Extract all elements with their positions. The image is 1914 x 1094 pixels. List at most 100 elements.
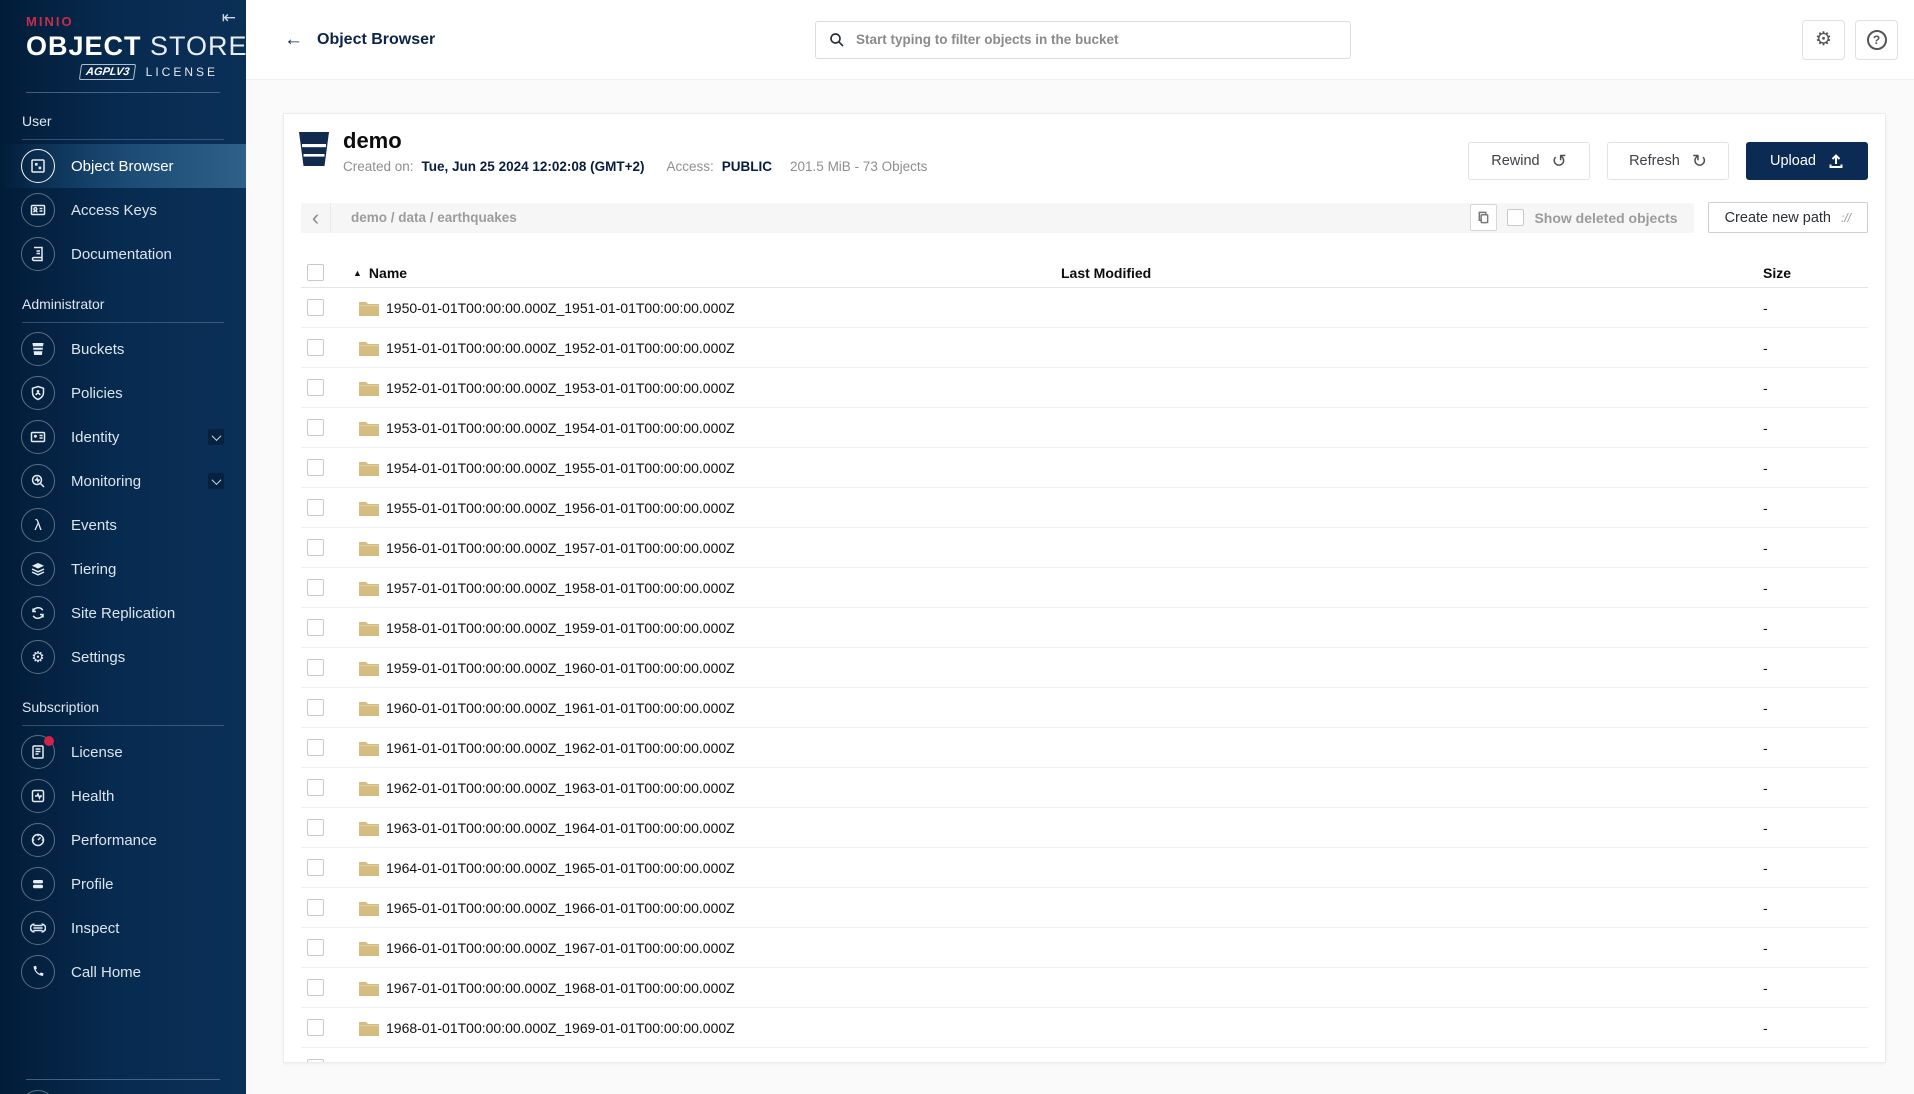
table-row[interactable]: 1969-01-01T00:00:00.000Z_1970-01-01T00:0…	[301, 1048, 1868, 1063]
table-row[interactable]: 1957-01-01T00:00:00.000Z_1958-01-01T00:0…	[301, 568, 1868, 608]
row-checkbox[interactable]	[307, 779, 324, 796]
folder-link[interactable]: 1959-01-01T00:00:00.000Z_1960-01-01T00:0…	[343, 660, 735, 676]
bucket-header: demo Created on: Tue, Jun 25 2024 12:02:…	[301, 114, 1868, 180]
chevron-down-icon[interactable]	[208, 429, 224, 445]
row-checkbox[interactable]	[307, 659, 324, 676]
row-checkbox[interactable]	[307, 1019, 324, 1036]
show-deleted-checkbox[interactable]	[1507, 209, 1524, 226]
folder-link[interactable]: 1956-01-01T00:00:00.000Z_1957-01-01T00:0…	[343, 540, 735, 556]
folder-link[interactable]: 1964-01-01T00:00:00.000Z_1965-01-01T00:0…	[343, 860, 735, 876]
table-row[interactable]: 1952-01-01T00:00:00.000Z_1953-01-01T00:0…	[301, 368, 1868, 408]
row-checkbox[interactable]	[307, 499, 324, 516]
row-checkbox[interactable]	[307, 979, 324, 996]
sidebar-item-label: Settings	[71, 649, 125, 666]
select-all-checkbox[interactable]	[307, 264, 324, 281]
upload-button[interactable]: Upload	[1746, 142, 1868, 180]
search-input[interactable]	[846, 22, 1350, 58]
row-checkbox[interactable]	[307, 459, 324, 476]
copy-path-button[interactable]	[1470, 204, 1497, 231]
folder-link[interactable]: 1951-01-01T00:00:00.000Z_1952-01-01T00:0…	[343, 340, 735, 356]
folder-link[interactable]: 1952-01-01T00:00:00.000Z_1953-01-01T00:0…	[343, 380, 735, 396]
folder-link[interactable]: 1957-01-01T00:00:00.000Z_1958-01-01T00:0…	[343, 580, 735, 596]
sidebar-item-object-browser[interactable]: Object Browser	[0, 144, 246, 188]
sidebar-item-health[interactable]: Health	[0, 774, 246, 818]
row-checkbox[interactable]	[307, 579, 324, 596]
chevron-down-icon[interactable]	[208, 473, 224, 489]
folder-link[interactable]: 1963-01-01T00:00:00.000Z_1964-01-01T00:0…	[343, 820, 735, 836]
table-row[interactable]: 1964-01-01T00:00:00.000Z_1965-01-01T00:0…	[301, 848, 1868, 888]
path-back-chevron-icon[interactable]: ‹	[301, 203, 331, 233]
table-row[interactable]: 1962-01-01T00:00:00.000Z_1963-01-01T00:0…	[301, 768, 1868, 808]
column-size[interactable]: Size	[1763, 265, 1870, 281]
table-row[interactable]: 1963-01-01T00:00:00.000Z_1964-01-01T00:0…	[301, 808, 1868, 848]
folder-link[interactable]: 1954-01-01T00:00:00.000Z_1955-01-01T00:0…	[343, 460, 735, 476]
sidebar-item-events[interactable]: λ Events	[0, 503, 246, 547]
back-arrow-icon[interactable]: ←	[284, 29, 303, 51]
sidebar-item-license[interactable]: License	[0, 730, 246, 774]
row-checkbox[interactable]	[307, 939, 324, 956]
row-checkbox[interactable]	[307, 539, 324, 556]
folder-link[interactable]: 1967-01-01T00:00:00.000Z_1968-01-01T00:0…	[343, 980, 735, 996]
sidebar-item-policies[interactable]: Policies	[0, 371, 246, 415]
sidebar-item-settings[interactable]: ⚙ Settings	[0, 635, 246, 679]
table-row[interactable]: 1955-01-01T00:00:00.000Z_1956-01-01T00:0…	[301, 488, 1868, 528]
folder-link[interactable]: 1961-01-01T00:00:00.000Z_1962-01-01T00:0…	[343, 740, 735, 756]
table-row[interactable]: 1968-01-01T00:00:00.000Z_1969-01-01T00:0…	[301, 1008, 1868, 1048]
folder-link[interactable]: 1953-01-01T00:00:00.000Z_1954-01-01T00:0…	[343, 420, 735, 436]
row-checkbox[interactable]	[307, 1059, 324, 1063]
column-last-modified[interactable]: Last Modified	[1061, 265, 1763, 281]
row-checkbox[interactable]	[307, 739, 324, 756]
column-name[interactable]: ▲ Name	[343, 265, 1061, 281]
folder-link[interactable]: 1960-01-01T00:00:00.000Z_1961-01-01T00:0…	[343, 700, 735, 716]
folder-link[interactable]: 1965-01-01T00:00:00.000Z_1966-01-01T00:0…	[343, 900, 735, 916]
table-row[interactable]: 1961-01-01T00:00:00.000Z_1962-01-01T00:0…	[301, 728, 1868, 768]
table-row[interactable]: 1966-01-01T00:00:00.000Z_1967-01-01T00:0…	[301, 928, 1868, 968]
sidebar-collapse-icon[interactable]: ⇤	[222, 8, 236, 28]
sidebar-item-buckets[interactable]: Buckets	[0, 327, 246, 371]
sidebar-item-label: Inspect	[71, 920, 119, 937]
settings-button[interactable]: ⚙	[1802, 20, 1845, 60]
row-checkbox[interactable]	[307, 419, 324, 436]
sidebar-item-monitoring[interactable]: Monitoring	[0, 459, 246, 503]
row-checkbox[interactable]	[307, 699, 324, 716]
sidebar-item-access-keys[interactable]: Access Keys	[0, 188, 246, 232]
create-new-path-button[interactable]: Create new path ://	[1708, 202, 1868, 233]
row-checkbox[interactable]	[307, 379, 324, 396]
sidebar-item-tiering[interactable]: Tiering	[0, 547, 246, 591]
folder-link[interactable]: 1950-01-01T00:00:00.000Z_1951-01-01T00:0…	[343, 300, 735, 316]
table-row[interactable]: 1967-01-01T00:00:00.000Z_1968-01-01T00:0…	[301, 968, 1868, 1008]
table-row[interactable]: 1959-01-01T00:00:00.000Z_1960-01-01T00:0…	[301, 648, 1868, 688]
folder-link[interactable]: 1968-01-01T00:00:00.000Z_1969-01-01T00:0…	[343, 1020, 735, 1036]
table-row[interactable]: 1965-01-01T00:00:00.000Z_1966-01-01T00:0…	[301, 888, 1868, 928]
sidebar-item-profile[interactable]: Profile	[0, 862, 246, 906]
row-checkbox[interactable]	[307, 339, 324, 356]
rewind-button[interactable]: Rewind ↺	[1468, 142, 1590, 180]
table-row[interactable]: 1954-01-01T00:00:00.000Z_1955-01-01T00:0…	[301, 448, 1868, 488]
help-button[interactable]: ?	[1855, 20, 1898, 60]
folder-link[interactable]: 1966-01-01T00:00:00.000Z_1967-01-01T00:0…	[343, 940, 735, 956]
table-row[interactable]: 1958-01-01T00:00:00.000Z_1959-01-01T00:0…	[301, 608, 1868, 648]
sidebar-item-documentation[interactable]: Documentation	[0, 232, 246, 276]
table-row[interactable]: 1953-01-01T00:00:00.000Z_1954-01-01T00:0…	[301, 408, 1868, 448]
folder-link[interactable]: 1958-01-01T00:00:00.000Z_1959-01-01T00:0…	[343, 620, 735, 636]
size-cell: -	[1763, 860, 1870, 876]
sidebar-item-call-home[interactable]: Call Home	[0, 950, 246, 994]
sidebar-item-performance[interactable]: Performance	[0, 818, 246, 862]
folder-link[interactable]: 1962-01-01T00:00:00.000Z_1963-01-01T00:0…	[343, 780, 735, 796]
row-checkbox[interactable]	[307, 859, 324, 876]
table-row[interactable]: 1951-01-01T00:00:00.000Z_1952-01-01T00:0…	[301, 328, 1868, 368]
sidebar-item-inspect[interactable]: Inspect	[0, 906, 246, 950]
sidebar-item-identity[interactable]: Identity	[0, 415, 246, 459]
folder-link[interactable]: 1955-01-01T00:00:00.000Z_1956-01-01T00:0…	[343, 500, 735, 516]
folder-link[interactable]: 1969-01-01T00:00:00.000Z_1970-01-01T00:0…	[343, 1060, 735, 1064]
table-row[interactable]: 1956-01-01T00:00:00.000Z_1957-01-01T00:0…	[301, 528, 1868, 568]
row-checkbox[interactable]	[307, 899, 324, 916]
sort-ascending-icon[interactable]: ▲	[353, 268, 362, 278]
sidebar-item-site-replication[interactable]: Site Replication	[0, 591, 246, 635]
row-checkbox[interactable]	[307, 819, 324, 836]
refresh-button[interactable]: Refresh ↻	[1607, 142, 1729, 180]
row-checkbox[interactable]	[307, 619, 324, 636]
table-row[interactable]: 1950-01-01T00:00:00.000Z_1951-01-01T00:0…	[301, 288, 1868, 328]
table-row[interactable]: 1960-01-01T00:00:00.000Z_1961-01-01T00:0…	[301, 688, 1868, 728]
row-checkbox[interactable]	[307, 299, 324, 316]
